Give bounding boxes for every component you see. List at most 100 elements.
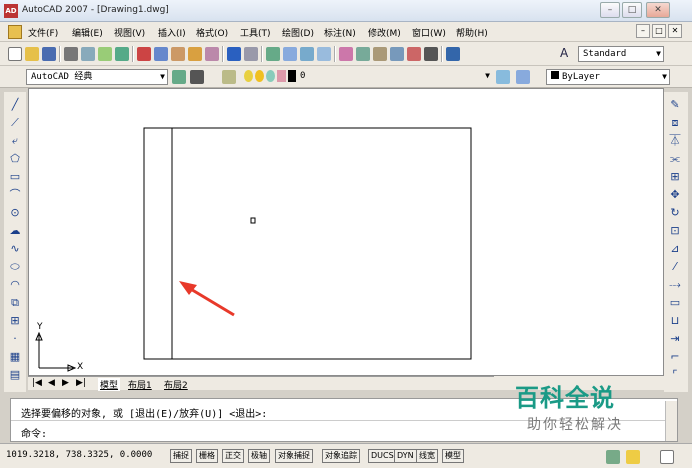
close-button[interactable]: ✕ [646,2,670,18]
doc-restore-button[interactable]: □ [652,24,666,38]
menu-format[interactable]: 格式(O) [196,26,228,39]
minimize-button[interactable]: – [600,2,620,18]
extend-icon[interactable]: ⤏ [667,278,683,292]
publish-icon[interactable] [98,47,112,61]
tab-prev-button[interactable]: ◀ [48,378,55,388]
menu-file[interactable]: 文件(F) [28,26,58,39]
menu-insert[interactable]: 插入(I) [158,26,186,39]
ortho-toggle[interactable]: 正交 [222,449,244,463]
design-center-icon[interactable] [356,47,370,61]
arc-icon[interactable]: ⌒ [7,188,23,202]
layer-previous-icon[interactable] [516,70,530,84]
chamfer-icon[interactable]: ⇥ [667,332,683,346]
circle-icon[interactable]: ⊙ [7,206,23,220]
tab-layout1[interactable]: 布局1 [128,378,152,391]
doc-minimize-button[interactable]: – [636,24,650,38]
revision-cloud-icon[interactable]: ☁ [7,224,23,238]
doc-close-button[interactable]: ✕ [668,24,682,38]
document-icon[interactable] [8,25,22,39]
model-toggle[interactable]: 模型 [442,449,464,463]
stretch-icon[interactable]: ⊿ [667,242,683,256]
polar-toggle[interactable]: 极轴 [248,449,270,463]
tab-model[interactable]: 模型 [98,378,121,391]
command-prompt[interactable]: 命令: [21,425,47,440]
zoom-window-icon[interactable] [300,47,314,61]
move-icon[interactable]: ✥ [667,188,683,202]
sheet-set-icon[interactable] [390,47,404,61]
communication-center-icon[interactable] [606,450,620,464]
insert-block-icon[interactable]: ⧉ [7,296,23,310]
menu-edit[interactable]: 编辑(E) [72,26,103,39]
color-select[interactable]: ByLayer ▼ [546,69,670,85]
menu-tools[interactable]: 工具(T) [240,26,271,39]
save-workspace-icon[interactable] [190,70,204,84]
tab-next-button[interactable]: ▶ [62,378,69,388]
break-icon[interactable]: ▭ [667,296,683,310]
snap-toggle[interactable]: 捕捉 [170,449,192,463]
lock-toolbar-icon[interactable] [626,450,640,464]
new-file-icon[interactable] [8,47,22,61]
drawn-rectangle[interactable] [143,127,472,360]
open-file-icon[interactable] [25,47,39,61]
spline-icon[interactable]: ∿ [7,242,23,256]
rectangle-icon[interactable]: ▭ [7,170,23,184]
menu-modify[interactable]: 修改(M) [368,26,401,39]
workspace-select[interactable]: AutoCAD 经典 ▼ [26,69,168,85]
menu-help[interactable]: 帮助(H) [456,26,488,39]
offset-icon[interactable]: ⫘ [667,152,683,166]
save-icon[interactable] [42,47,56,61]
copy-object-icon[interactable]: ⧈ [667,116,683,130]
trim-icon[interactable]: ⁄ [667,260,683,274]
menu-view[interactable]: 视图(V) [114,26,145,39]
layer-manager-icon[interactable] [222,70,236,84]
join-icon[interactable]: ⊔ [667,314,683,328]
ellipse-icon[interactable]: ⬭ [7,260,23,274]
tab-first-button[interactable]: |◀ [32,378,42,388]
cut-icon[interactable] [137,47,151,61]
make-block-icon[interactable]: ⊞ [7,314,23,328]
drawing-canvas[interactable]: Y X [28,88,664,376]
gradient-icon[interactable]: ▤ [7,368,23,382]
osnap-toggle[interactable]: 对象捕捉 [275,449,313,463]
polyline-icon[interactable]: ⤶ [7,134,23,148]
layer-select[interactable]: 0 ▼ [296,69,492,85]
polygon-icon[interactable]: ⬠ [7,152,23,166]
command-scrollbar[interactable] [665,401,677,441]
dyn-toggle[interactable]: DYN [394,449,417,463]
menu-dimension[interactable]: 标注(N) [324,26,356,39]
undo-icon[interactable] [227,47,241,61]
erase-icon[interactable]: ✎ [667,98,683,112]
zoom-realtime-icon[interactable] [283,47,297,61]
ellipse-arc-icon[interactable]: ◠ [7,278,23,292]
redo-icon[interactable] [244,47,258,61]
menu-window[interactable]: 窗口(W) [412,26,446,39]
autocad-app-icon[interactable]: AD [4,4,18,18]
match-properties-icon[interactable] [188,47,202,61]
clean-screen-icon[interactable] [660,450,674,464]
tab-last-button[interactable]: ▶| [76,378,86,388]
otrack-toggle[interactable]: 对象追踪 [322,449,360,463]
scale-icon[interactable]: ⊡ [667,224,683,238]
workspace-settings-icon[interactable] [172,70,186,84]
coordinate-readout[interactable]: 1019.3218, 738.3325, 0.0000 [6,450,152,460]
plot-preview-icon[interactable] [81,47,95,61]
construction-line-icon[interactable]: ⟋ [7,116,23,130]
text-style-select[interactable]: Standard ▼ [578,46,664,62]
print-icon[interactable] [64,47,78,61]
rotate-icon[interactable]: ↻ [667,206,683,220]
zoom-previous-icon[interactable] [317,47,331,61]
3d-dwf-icon[interactable] [115,47,129,61]
copy-icon[interactable] [154,47,168,61]
tool-palettes-icon[interactable] [373,47,387,61]
properties-icon[interactable] [339,47,353,61]
mirror-icon[interactable]: ⏄ [667,134,683,148]
maximize-button[interactable]: □ [622,2,642,18]
ducs-toggle[interactable]: DUCS [368,449,397,463]
explode-icon[interactable]: ⌜ [667,368,683,382]
pan-icon[interactable] [266,47,280,61]
menu-draw[interactable]: 绘图(D) [282,26,314,39]
array-icon[interactable]: ⊞ [667,170,683,184]
hatch-icon[interactable]: ▦ [7,350,23,364]
block-editor-icon[interactable] [205,47,219,61]
markup-icon[interactable] [407,47,421,61]
